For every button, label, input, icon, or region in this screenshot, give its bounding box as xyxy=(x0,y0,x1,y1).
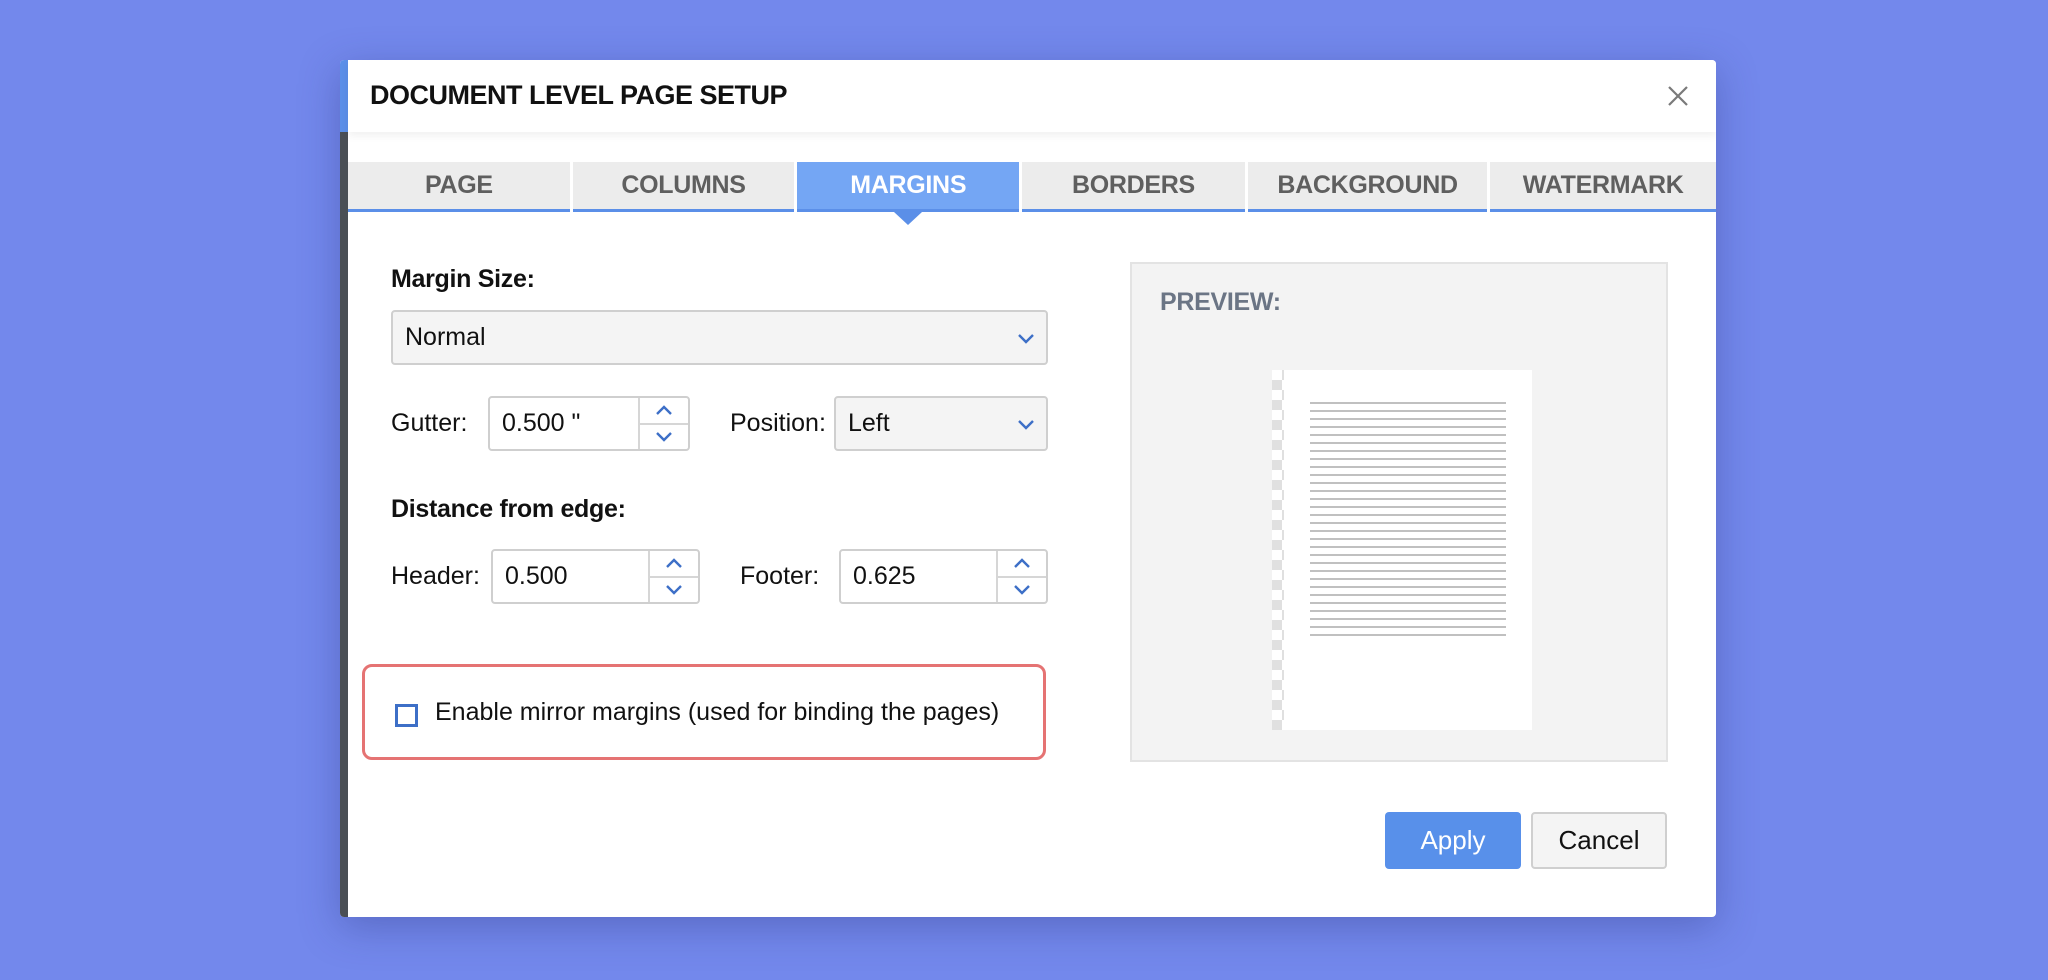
tab-label: PAGE xyxy=(424,171,493,199)
tab-watermark[interactable]: WATERMARK xyxy=(1490,162,1716,212)
tab-background[interactable]: BACKGROUND xyxy=(1247,162,1488,212)
header-input[interactable] xyxy=(493,551,648,602)
chevron-down-icon xyxy=(1014,584,1030,595)
chevron-down-icon xyxy=(666,584,682,595)
tab-columns[interactable]: COLUMNS xyxy=(572,162,795,212)
footer-stepper xyxy=(839,549,1048,604)
preview-line xyxy=(1310,450,1506,452)
header-decrement-button[interactable] xyxy=(650,578,698,603)
preview-line xyxy=(1310,506,1506,508)
close-button[interactable] xyxy=(1662,80,1694,112)
tab-page[interactable]: PAGE xyxy=(348,162,570,212)
preview-line xyxy=(1310,554,1506,556)
preview-line xyxy=(1310,538,1506,540)
chevron-up-icon xyxy=(666,558,682,569)
position-select[interactable]: Left xyxy=(834,396,1048,451)
preview-line xyxy=(1310,418,1506,420)
preview-line xyxy=(1310,474,1506,476)
mirror-margins-label[interactable]: Enable mirror margins (used for binding … xyxy=(435,698,999,727)
preview-line xyxy=(1310,490,1506,492)
preview-line xyxy=(1310,626,1506,628)
header-increment-button[interactable] xyxy=(650,551,698,578)
tab-label: MARGINS xyxy=(850,171,967,199)
preview-line xyxy=(1310,586,1506,588)
mirror-margins-checkbox[interactable] xyxy=(395,704,418,727)
preview-line xyxy=(1310,618,1506,620)
chevron-down-icon xyxy=(1018,333,1034,344)
dialog-header: DOCUMENT LEVEL PAGE SETUP xyxy=(348,60,1716,132)
tab-label: WATERMARK xyxy=(1522,171,1684,199)
margin-size-select[interactable]: Normal xyxy=(391,310,1048,365)
mirror-margins-highlight: Enable mirror margins (used for binding … xyxy=(362,664,1046,760)
preview-line xyxy=(1310,562,1506,564)
preview-line xyxy=(1310,602,1506,604)
apply-button[interactable]: Apply xyxy=(1385,812,1521,869)
preview-line xyxy=(1310,546,1506,548)
gutter-decrement-button[interactable] xyxy=(640,425,688,450)
position-label: Position: xyxy=(730,409,826,437)
preview-line xyxy=(1310,458,1506,460)
tab-borders[interactable]: BORDERS xyxy=(1022,162,1245,212)
preview-line xyxy=(1310,482,1506,484)
dialog-accent-strip xyxy=(340,60,348,132)
dialog-title: DOCUMENT LEVEL PAGE SETUP xyxy=(370,80,788,110)
footer-increment-button[interactable] xyxy=(998,551,1046,578)
distance-from-edge-label: Distance from edge: xyxy=(391,495,626,523)
preview-line xyxy=(1310,410,1506,412)
header-label: Header: xyxy=(391,562,480,590)
preview-panel: PREVIEW: xyxy=(1130,262,1668,762)
footer-label: Footer: xyxy=(740,562,820,590)
preview-line xyxy=(1310,610,1506,612)
header-stepper xyxy=(491,549,700,604)
preview-line xyxy=(1310,514,1506,516)
preview-line xyxy=(1310,570,1506,572)
preview-line xyxy=(1310,530,1506,532)
preview-line xyxy=(1310,466,1506,468)
preview-page xyxy=(1272,370,1532,730)
preview-line xyxy=(1310,634,1506,636)
footer-input[interactable] xyxy=(841,551,996,602)
preview-line xyxy=(1310,522,1506,524)
gutter-input[interactable] xyxy=(490,398,638,449)
preview-line xyxy=(1310,442,1506,444)
margin-size-value: Normal xyxy=(405,323,486,351)
gutter-stepper xyxy=(488,396,690,451)
close-icon xyxy=(1668,86,1688,106)
chevron-down-icon xyxy=(1018,419,1034,430)
preview-line xyxy=(1310,402,1506,404)
footer-decrement-button[interactable] xyxy=(998,578,1046,603)
preview-line xyxy=(1310,434,1506,436)
preview-line xyxy=(1310,578,1506,580)
dialog-side-strip xyxy=(340,132,348,917)
chevron-up-icon xyxy=(1014,558,1030,569)
tab-label: COLUMNS xyxy=(621,171,746,199)
tab-bar: PAGE COLUMNS MARGINS BORDERS BACKGROUND … xyxy=(348,162,1716,225)
position-value: Left xyxy=(848,409,890,437)
cancel-button[interactable]: Cancel xyxy=(1531,812,1667,869)
preview-line xyxy=(1310,426,1506,428)
preview-line xyxy=(1310,498,1506,500)
margin-size-label: Margin Size: xyxy=(391,265,535,293)
preview-gutter-edge xyxy=(1282,370,1284,730)
chevron-down-icon xyxy=(656,431,672,442)
tab-label: BACKGROUND xyxy=(1277,171,1458,199)
gutter-label: Gutter: xyxy=(391,409,468,437)
tab-label: BORDERS xyxy=(1071,171,1195,199)
tab-margins[interactable]: MARGINS xyxy=(797,162,1020,225)
gutter-increment-button[interactable] xyxy=(640,398,688,425)
page-setup-dialog: DOCUMENT LEVEL PAGE SETUP PAGE COLUMNS M… xyxy=(340,60,1716,917)
chevron-up-icon xyxy=(656,405,672,416)
preview-text-lines xyxy=(1310,402,1506,642)
preview-line xyxy=(1310,594,1506,596)
preview-title: PREVIEW: xyxy=(1160,288,1281,316)
